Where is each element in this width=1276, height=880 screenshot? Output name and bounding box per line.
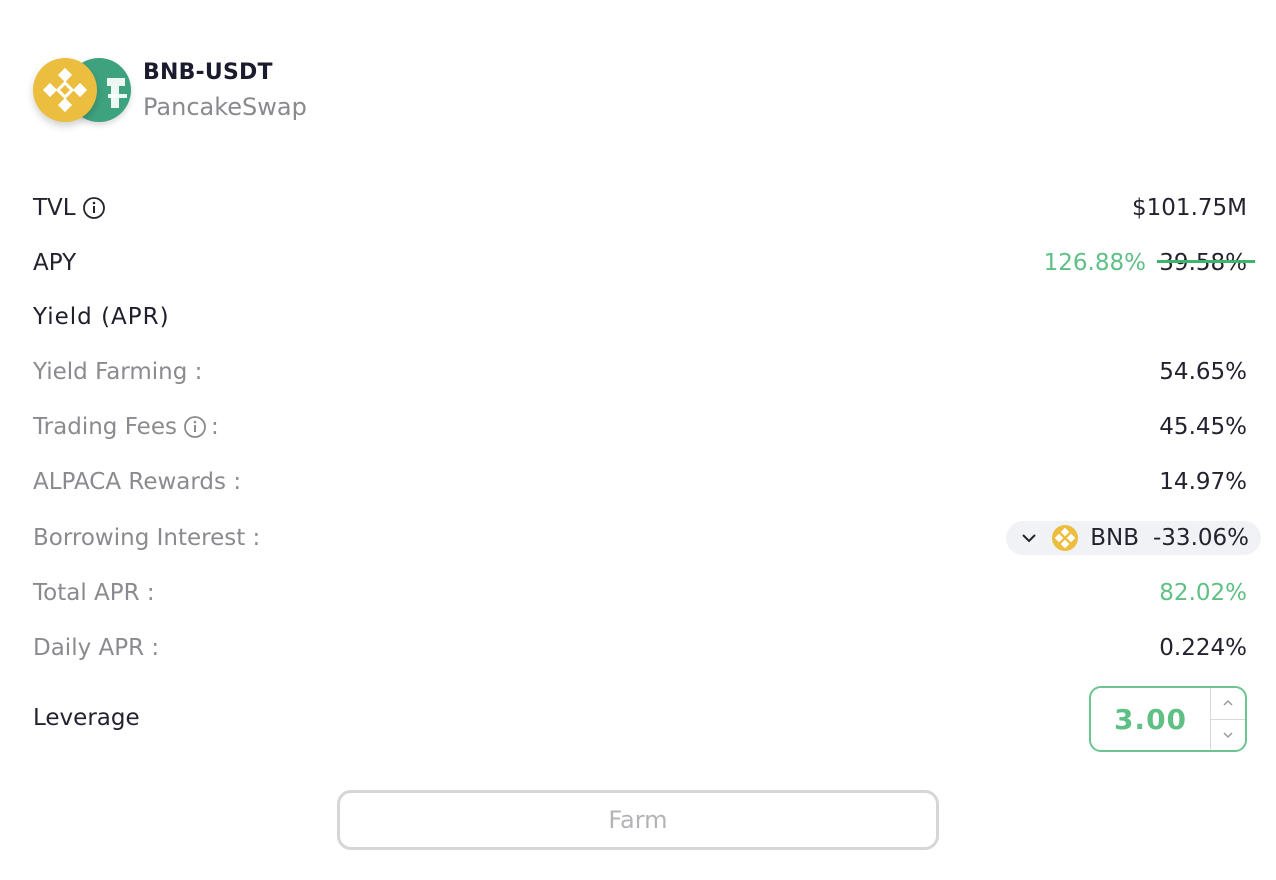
apy-values: 126.88% 39.58% (1044, 250, 1247, 276)
dex-name: PancakeSwap (143, 93, 307, 121)
tvl-label-group: TVL (33, 195, 106, 221)
borrowing-interest-value: -33.06% (1153, 525, 1249, 551)
borrow-token-selector[interactable]: BNB -33.06% (1006, 521, 1261, 555)
apy-label: APY (33, 250, 77, 276)
pool-header: BNB-USDT PancakeSwap (33, 56, 307, 126)
apy-old-value: 39.58% (1159, 250, 1247, 276)
borrow-token-name: BNB (1090, 525, 1139, 551)
borrowing-interest-row: Borrowing Interest : BNB -33.06% (33, 518, 1261, 558)
token-pair-icons (33, 56, 133, 126)
leverage-row: Leverage (33, 698, 1247, 738)
daily-apr-row: Daily APR : 0.224% (33, 628, 1247, 668)
alpaca-rewards-row: ALPACA Rewards : 14.97% (33, 462, 1247, 502)
decrement-button[interactable] (1211, 718, 1245, 751)
stepper-buttons (1210, 688, 1245, 750)
trading-fees-value: 45.45% (1159, 414, 1247, 440)
leverage-stepper[interactable]: 3.00 (1089, 686, 1247, 752)
total-apr-value: 82.02% (1159, 580, 1247, 606)
trading-fees-colon: : (210, 414, 219, 440)
total-apr-row: Total APR : 82.02% (33, 573, 1247, 613)
trading-fees-label: Trading Fees (33, 414, 177, 440)
info-icon[interactable] (183, 415, 207, 439)
increment-button[interactable] (1211, 688, 1245, 719)
total-apr-label: Total APR : (33, 580, 155, 606)
yield-farming-label: Yield Farming : (33, 359, 203, 385)
tvl-label: TVL (33, 195, 76, 221)
apy-new-value: 126.88% (1043, 250, 1146, 276)
chevron-up-icon (1223, 700, 1233, 706)
leverage-input[interactable]: 3.00 (1091, 688, 1210, 750)
chevron-down-icon (1223, 732, 1233, 738)
yield-farming-row: Yield Farming : 54.65% (33, 352, 1247, 392)
yield-farming-value: 54.65% (1159, 359, 1247, 385)
farm-pool-panel: BNB-USDT PancakeSwap TVL $101.75M APY 12… (0, 0, 1276, 880)
alpaca-rewards-value: 14.97% (1159, 469, 1247, 495)
info-icon[interactable] (82, 196, 106, 220)
leverage-label: Leverage (33, 705, 140, 731)
borrowing-interest-label: Borrowing Interest : (33, 525, 261, 551)
tvl-row: TVL $101.75M (33, 188, 1247, 228)
daily-apr-value: 0.224% (1159, 635, 1247, 661)
bnb-token-icon (1052, 525, 1079, 551)
daily-apr-label: Daily APR : (33, 635, 160, 661)
alpaca-rewards-label: ALPACA Rewards : (33, 469, 242, 495)
farm-button[interactable]: Farm (337, 790, 939, 850)
yield-section: Yield (APR) (33, 297, 1247, 337)
trading-fees-row: Trading Fees : 45.45% (33, 407, 1247, 447)
pair-name: BNB-USDT (143, 60, 273, 85)
pair-text: BNB-USDT PancakeSwap (143, 58, 307, 124)
trading-fees-label-group: Trading Fees : (33, 414, 219, 440)
tvl-value: $101.75M (1132, 195, 1247, 221)
yield-section-title: Yield (APR) (33, 304, 170, 330)
apy-row: APY 126.88% 39.58% (33, 243, 1247, 283)
bnb-token-icon (33, 58, 97, 122)
chevron-down-icon (1022, 534, 1036, 543)
